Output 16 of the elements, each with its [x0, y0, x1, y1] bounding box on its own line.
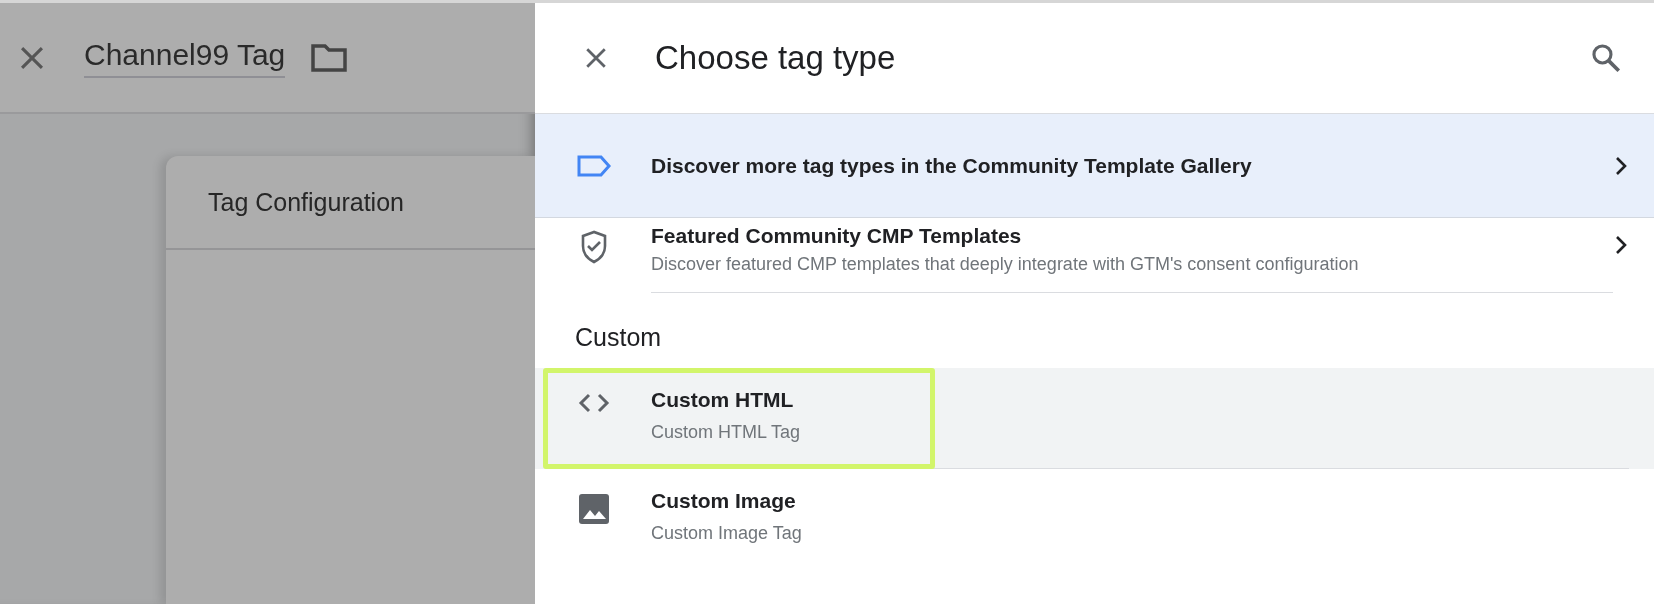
image-icon	[578, 493, 610, 525]
panel-title: Choose tag type	[655, 39, 897, 77]
code-icon	[577, 392, 611, 414]
item-description: Discover featured CMP templates that deeply integrate with GTM's consent configuration	[651, 253, 1360, 276]
tag-type-item[interactable]: Custom HTML Custom HTML Tag	[535, 368, 1654, 469]
search-icon	[1589, 41, 1623, 75]
card-title: Tag Configuration	[208, 187, 404, 217]
section-heading: Custom	[574, 322, 663, 353]
tag-icon	[576, 153, 612, 178]
tag-name-field[interactable]: Channel99 Tag	[84, 37, 286, 78]
gallery-banner[interactable]: Discover more tag types in the Community Template Gallery	[535, 114, 1654, 218]
item-title: Featured Community CMP Templates	[651, 224, 1023, 248]
folder-icon	[310, 42, 349, 73]
chevron-right-icon	[1613, 154, 1629, 177]
shield-check-icon	[580, 230, 608, 264]
chevron-right-icon	[1613, 234, 1629, 256]
